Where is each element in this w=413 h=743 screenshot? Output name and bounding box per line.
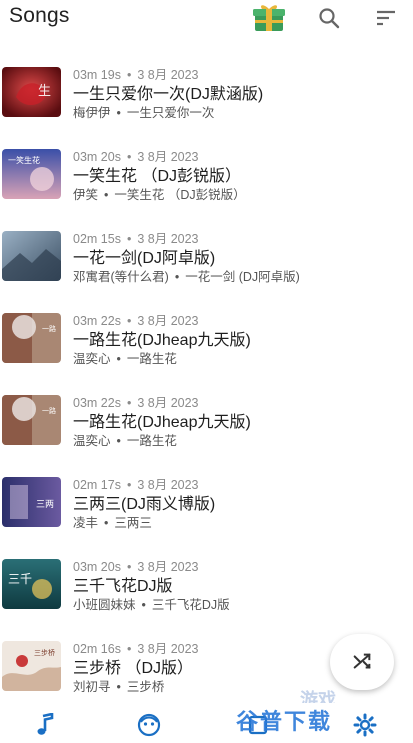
album-cover: 三两 xyxy=(2,477,61,527)
nav-settings[interactable] xyxy=(350,711,380,739)
song-title: 一笑生花 （DJ彭锐版） xyxy=(73,168,242,185)
svg-text:一路: 一路 xyxy=(42,324,56,333)
list-item[interactable]: 02m 15s • 3 8月 2023 一花一剑(DJ阿卓版) 邓寓君(等什么君) •… xyxy=(0,228,413,308)
settings-icon xyxy=(353,713,377,737)
album-cover: 一路 xyxy=(2,313,61,363)
album-cover: 三千 xyxy=(2,559,61,609)
song-subtitle: 温奕心 • 一路生花 xyxy=(73,352,177,366)
sort-button[interactable] xyxy=(369,2,403,34)
list-item[interactable]: 一路 03m 22s • 3 8月 2023 一路生花(DJheap九天版) 温奕心… xyxy=(0,392,413,472)
shuffle-button[interactable] xyxy=(330,634,394,690)
album-cover: 一笑生花 xyxy=(2,149,61,199)
song-subtitle: 凌丰 • 三两三 xyxy=(73,516,152,530)
svg-text:三两: 三两 xyxy=(36,499,54,510)
search-button[interactable] xyxy=(312,2,346,34)
svg-text:一笑生花: 一笑生花 xyxy=(8,155,40,165)
svg-text:一路: 一路 xyxy=(42,406,56,415)
album-cover: 一路 xyxy=(2,395,61,445)
bottom-nav xyxy=(0,703,413,743)
album-cover: 三步桥 xyxy=(2,641,61,691)
song-title: 三两三(DJ雨义博版) xyxy=(73,496,216,513)
svg-text:三千: 三千 xyxy=(8,572,32,586)
watermark-text: 谷普下载 xyxy=(236,709,333,734)
album-cover: 生 xyxy=(2,67,61,117)
song-title: 一生只爱你一次(DJ默涵版) xyxy=(73,86,264,103)
app-header: Songs xyxy=(0,0,413,40)
sort-icon xyxy=(377,10,395,26)
song-subtitle: 刘初寻 • 三步桥 xyxy=(73,680,165,694)
list-item[interactable]: 三千 03m 20s • 3 8月 2023 三千飞花DJ版 小班圆妹妹 • 三千飞花D… xyxy=(0,556,413,636)
song-title: 一路生花(DJheap九天版) xyxy=(73,332,251,349)
gift-icon xyxy=(253,5,285,31)
face-icon xyxy=(137,713,161,737)
gift-button[interactable] xyxy=(252,2,286,34)
list-item[interactable]: 生 03m 19s • 3 8月 2023 一生只爱你一次(DJ默涵版) 梅伊伊 • 一… xyxy=(0,64,413,144)
music-note-icon xyxy=(37,713,54,735)
song-title: 一花一剑(DJ阿卓版) xyxy=(73,250,216,267)
list-item[interactable]: 三两 02m 17s • 3 8月 2023 三两三(DJ雨义博版) 凌丰 • 三两三 xyxy=(0,474,413,554)
list-item[interactable]: 一路 03m 22s • 3 8月 2023 一路生花(DJheap九天版) 温奕心… xyxy=(0,310,413,390)
nav-artists[interactable] xyxy=(134,711,164,739)
album-cover xyxy=(2,231,61,281)
search-icon xyxy=(319,8,340,29)
list-item[interactable]: 一笑生花 03m 20s • 3 8月 2023 一笑生花 （DJ彭锐版） 伊笑 • 一… xyxy=(0,146,413,226)
song-title: 三千飞花DJ版 xyxy=(73,578,173,595)
svg-text:三步桥: 三步桥 xyxy=(34,648,55,657)
song-title: 一路生花(DJheap九天版) xyxy=(73,414,251,431)
song-subtitle: 梅伊伊 • 一生只爱你一次 xyxy=(73,106,215,120)
song-subtitle: 小班圆妹妹 • 三千飞花DJ版 xyxy=(73,598,230,612)
shuffle-icon xyxy=(353,653,371,669)
song-subtitle: 邓寓君(等什么君) • 一花一剑 (DJ阿卓版) xyxy=(73,270,300,284)
song-subtitle: 伊笑 • 一笑生花 （DJ彭锐版） xyxy=(73,188,246,202)
svg-text:生: 生 xyxy=(38,84,51,99)
nav-songs[interactable] xyxy=(30,711,60,739)
page-title: Songs xyxy=(9,4,70,27)
song-subtitle: 温奕心 • 一路生花 xyxy=(73,434,177,448)
song-title: 三步桥 （DJ版） xyxy=(73,660,194,677)
